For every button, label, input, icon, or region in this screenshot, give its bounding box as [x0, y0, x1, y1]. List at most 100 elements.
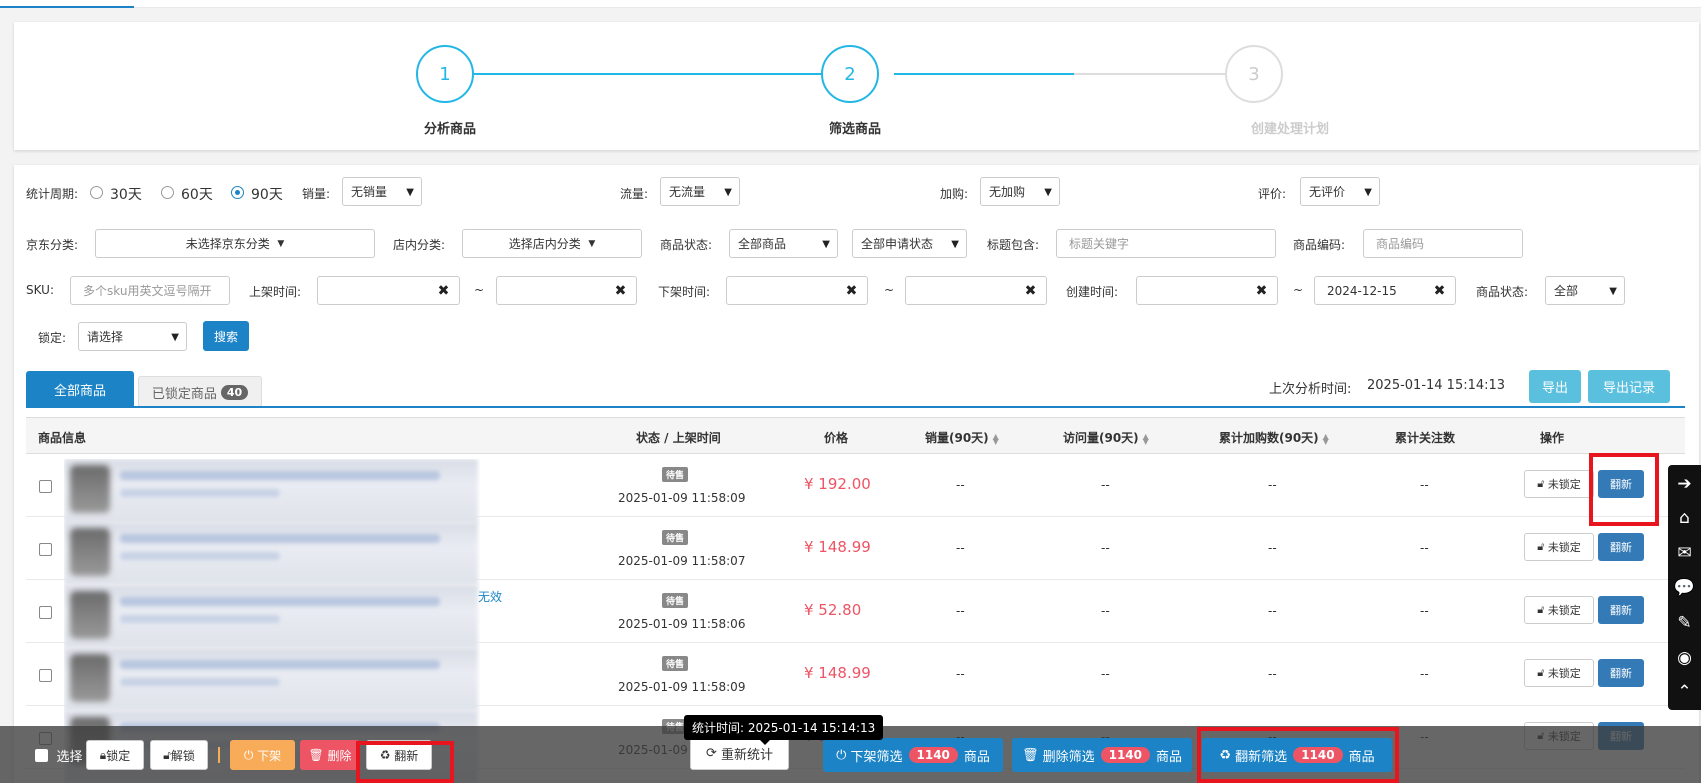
select-all-label: 选择 [56, 749, 83, 765]
price-value: ¥ 52.80 [804, 601, 862, 619]
highlight-box [1589, 453, 1659, 526]
chevron-down-icon: ▼ [406, 187, 414, 198]
price-value: ¥ 148.99 [804, 664, 871, 682]
created-from-input[interactable] [1136, 276, 1247, 305]
export-button[interactable]: 导出 [1529, 370, 1581, 403]
row-lock-button[interactable]: 🔓︎ 未锁定 [1524, 596, 1594, 624]
onshelf-time-label: 上架时间: [249, 285, 302, 299]
title-keyword-input[interactable]: 标题关键字 [1056, 229, 1276, 258]
offshelf-to-input[interactable] [905, 276, 1016, 305]
review-select[interactable]: 无评价 ▼ [1300, 177, 1380, 206]
recount-button[interactable]: ⟳ 重新统计 [690, 736, 789, 770]
period-60-label: 60天 [181, 187, 213, 203]
highlight-box [1197, 727, 1399, 783]
recount-tooltip: 统计时间: 2025-01-14 15:14:13 [684, 715, 884, 745]
row-checkbox[interactable] [39, 669, 52, 682]
lock-select-value: 请选择 [87, 330, 124, 344]
edit-icon[interactable]: ✎ [1668, 608, 1701, 638]
clear-icon[interactable]: ✖ [428, 276, 460, 305]
product-status-select[interactable]: 全部商品 ▼ [729, 229, 838, 258]
period-30-label: 30天 [110, 187, 142, 203]
sales-select-value: 无销量 [351, 185, 388, 199]
row-checkbox[interactable] [39, 606, 52, 619]
product-code-input[interactable]: 商品编码 [1363, 229, 1523, 258]
row-refresh-button[interactable]: 翻新 [1598, 659, 1644, 687]
chevron-up-icon[interactable]: ⌃ [1668, 677, 1701, 707]
col-cart[interactable]: 累计加购数(90天) ▲ ▼ [1219, 429, 1329, 446]
delete-button-label: 删除 [327, 748, 352, 763]
sku-input[interactable]: 多个sku用英文逗号隔开 [70, 276, 230, 305]
traffic-select[interactable]: 无流量 ▼ [660, 177, 740, 206]
row-refresh-button[interactable]: 翻新 [1598, 533, 1644, 561]
offshelf-from-input[interactable] [726, 276, 837, 305]
col-sales[interactable]: 销量(90天) ▲ ▼ [925, 429, 999, 446]
product-thumb-blur [64, 585, 478, 648]
price-value: ¥ 192.00 [804, 475, 871, 493]
lock-select[interactable]: 请选择 ▼ [78, 322, 187, 351]
col-follows: 累计关注数 [1395, 431, 1456, 445]
invalid-note: 无效 [478, 590, 503, 604]
product-code-label: 商品编码: [1293, 238, 1346, 252]
created-time-label: 创建时间: [1066, 285, 1119, 299]
tab-locked-products[interactable]: 已锁定商品 40 [138, 376, 262, 407]
clear-icon[interactable]: ✖ [1246, 276, 1278, 305]
clear-icon[interactable]: ✖ [605, 276, 637, 305]
select-all-toggle[interactable]: 选择 [32, 740, 86, 770]
arrow-right-icon[interactable]: ➔ [1668, 469, 1701, 499]
offshelf-filter-button[interactable]: ⏻ 下架筛选 1140 商品 [823, 738, 1003, 772]
row-checkbox[interactable] [39, 480, 52, 493]
period-radio-60[interactable] [161, 186, 174, 199]
wechat-icon[interactable]: ◉ [1668, 643, 1701, 673]
caret-down-icon: ▼ [277, 238, 285, 249]
col-actions: 操作 [1540, 431, 1565, 445]
onshelf-to-input[interactable] [496, 276, 606, 305]
sales-value: -- [956, 541, 965, 555]
product-status-value: 全部商品 [738, 237, 787, 251]
chevron-down-icon: ▼ [1364, 187, 1372, 198]
delete-filter-button[interactable]: 🗑︎ 删除筛选 1140 商品 [1012, 738, 1192, 772]
select-all-checkbox[interactable] [35, 748, 49, 762]
search-button[interactable]: 搜索 [203, 321, 249, 351]
row-lock-button[interactable]: 🔓︎ 未锁定 [1524, 533, 1594, 561]
power-icon: ⏻ [836, 747, 851, 763]
chat-icon[interactable]: 💬 [1668, 573, 1701, 603]
clear-icon[interactable]: ✖ [836, 276, 868, 305]
cart-value: -- [1268, 478, 1277, 492]
clear-icon[interactable]: ✖ [1015, 276, 1047, 305]
created-to-input[interactable]: 2024-12-15 [1314, 276, 1425, 305]
row-checkbox[interactable] [39, 543, 52, 556]
sales-value: -- [956, 667, 965, 681]
mail-icon[interactable]: ✉ [1668, 538, 1701, 568]
tab-all-products[interactable]: 全部商品 [26, 371, 134, 407]
delete-button[interactable]: 🗑︎ 删除 [300, 740, 360, 770]
lock-button[interactable]: 🔒︎ 锁定 [86, 740, 144, 770]
shop-category-dropdown[interactable]: 选择店内分类 ▼ [462, 229, 642, 258]
offshelf-button[interactable]: ⏻ 下架 [230, 740, 295, 770]
range-tilde: ~ [1293, 283, 1304, 297]
row-refresh-button[interactable]: 翻新 [1598, 596, 1644, 624]
wizard-steps: 1 2 3 分析商品 筛选商品 创建处理计划 [14, 22, 1699, 150]
status2-select[interactable]: 全部 ▼ [1545, 276, 1625, 305]
cart-select[interactable]: 无加购 ▼ [980, 177, 1060, 206]
col-visits[interactable]: 访问量(90天) ▲ ▼ [1063, 429, 1149, 446]
row-lock-button[interactable]: 🔓︎ 未锁定 [1524, 659, 1594, 687]
sort-icon: ▲ ▼ [992, 431, 999, 446]
sort-icon: ▲ ▼ [1322, 431, 1329, 446]
row-lock-button[interactable]: 🔓︎ 未锁定 [1524, 470, 1594, 498]
traffic-select-value: 无流量 [669, 185, 706, 199]
period-radio-30[interactable] [90, 186, 103, 199]
home-icon[interactable]: ⌂ [1668, 503, 1701, 533]
apply-status-select[interactable]: 全部申请状态 ▼ [852, 229, 967, 258]
jd-category-dropdown[interactable]: 未选择京东分类 ▼ [95, 229, 375, 258]
export-log-button[interactable]: 导出记录 [1588, 370, 1670, 403]
follows-value: -- [1420, 667, 1429, 681]
period-radio-90[interactable] [231, 186, 244, 199]
onshelf-from-input[interactable] [317, 276, 429, 305]
sales-select[interactable]: 无销量 ▼ [342, 177, 422, 206]
step-3-label: 创建处理计划 [1250, 122, 1330, 137]
unlock-icon: 🔓︎ [1537, 666, 1548, 679]
step-1-label: 分析商品 [423, 122, 477, 137]
jd-category-label: 京东分类: [26, 238, 79, 252]
clear-icon[interactable]: ✖ [1424, 276, 1456, 305]
unlock-button[interactable]: 🔓︎ 解锁 [150, 740, 208, 770]
